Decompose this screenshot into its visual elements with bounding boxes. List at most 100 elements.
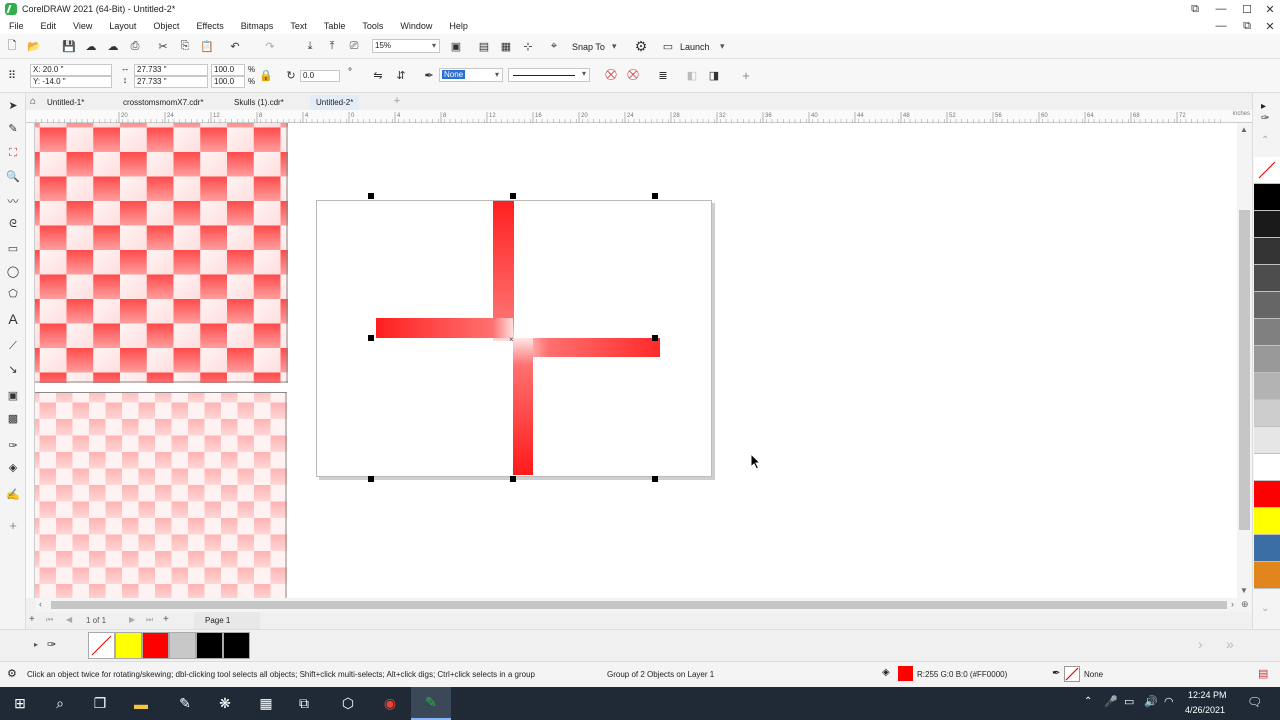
text-tool-icon[interactable]: A [5,311,21,327]
undo-icon[interactable]: ↶ [227,38,243,54]
palette-swatch[interactable] [1254,400,1280,427]
zoom-tool-icon[interactable]: 🔍 [5,168,21,184]
search-icon[interactable]: ⌕ [40,687,80,720]
copy-icon[interactable]: ⎘ [177,38,193,54]
doc-swatch[interactable] [115,632,142,659]
doc-close-icon[interactable]: ✕ [1258,17,1280,35]
show-rulers-icon[interactable]: ▤ [476,38,492,54]
cut-icon[interactable]: ✂ [155,38,171,54]
palette-swatch[interactable] [1254,211,1280,238]
handle-bottom-right[interactable] [652,476,658,482]
paste-icon[interactable]: 📋 [199,38,215,54]
scroll-down-icon[interactable]: ▼ [1240,586,1248,595]
freehand-tool-icon[interactable]: 〰 [5,193,21,209]
menu-file[interactable]: File [0,21,32,31]
task-view-icon[interactable]: ❐ [80,687,120,720]
palette-swatch-none[interactable] [1254,157,1280,184]
vertical-scrollbar[interactable]: ▲ ▼ [1237,123,1252,598]
page-tab-1[interactable]: Page 1 [194,612,260,629]
horizontal-scroll-thumb[interactable] [51,601,1227,609]
scale-x-field[interactable]: 100.0 [211,64,245,76]
menu-tools[interactable]: Tools [353,21,391,31]
doc-swatch[interactable] [169,632,196,659]
eyedropper-icon[interactable]: ✑ [1261,113,1269,124]
tab-skulls[interactable]: Skulls (1).cdr* [228,95,290,110]
eyedropper-tool-icon[interactable]: ✑ [5,437,21,453]
launch-dropdown-icon[interactable]: ▾ [720,41,725,52]
doc-swatch[interactable] [196,632,223,659]
scroll-right-icon[interactable]: › [1231,599,1234,609]
menu-help[interactable]: Help [440,21,476,31]
new-tab-icon[interactable]: + [390,94,404,108]
rectangle-tool-icon[interactable]: ▭ [5,240,21,256]
doc-palette-expand-icon[interactable]: ▸ [34,640,38,649]
handle-middle-right[interactable] [652,335,658,341]
menu-layout[interactable]: Layout [100,21,144,31]
vertical-ruler[interactable] [26,123,35,598]
palette-swatch[interactable] [1254,319,1280,346]
palette-swatch[interactable] [1254,535,1280,562]
notifications-icon[interactable]: 🗨 [1247,695,1262,709]
status-gear-icon[interactable]: ⚙ [7,667,17,680]
app-icon-3[interactable]: ▦ [246,687,286,720]
ungroup-all-icon[interactable]: ⛒ [625,67,641,83]
add-icon[interactable]: + [738,67,754,83]
restore-icon[interactable]: ⧉ [1183,0,1207,18]
tab-crosstomsmom[interactable]: crosstomsmomX7.cdr* [117,95,209,110]
palette-swatch[interactable] [1254,562,1280,589]
horizontal-ruler[interactable]: 20 24 12 8 4 0 4 8 12 16 20 24 28 32 36 40 44 48 52 56 60 64 6… [26,110,1252,123]
close-button[interactable]: ✕ [1258,0,1280,18]
artistic-media-icon[interactable]: ᘓ [5,216,21,232]
add-page-before-icon[interactable]: + [29,614,35,625]
text-wrap-icon[interactable]: ≣ [655,67,671,83]
connector-tool-icon[interactable]: ↘ [5,361,21,377]
redo-icon[interactable]: ↷ [262,38,278,54]
horizontal-scrollbar[interactable]: ‹ › ⊕ [35,598,1252,612]
palette-swatch[interactable] [1254,508,1280,535]
last-page-icon[interactable]: ⏭ [146,615,153,625]
palette-scroll-up-icon[interactable]: ⌃ [1261,135,1269,146]
palette-swatch[interactable] [1254,265,1280,292]
export-icon[interactable]: ⤒ [324,38,340,54]
height-field[interactable]: 27.733 " [134,76,208,88]
save-icon[interactable]: 💾 [61,38,77,54]
transparency-tool-icon[interactable]: ▩ [5,410,21,426]
tab-untitled-2[interactable]: Untitled-2* [310,95,360,110]
microphone-icon[interactable]: 🎤 [1104,695,1118,708]
home-icon[interactable]: ⌂ [26,94,40,108]
handle-bottom-left[interactable] [368,476,374,482]
palette-options-icon[interactable]: ▸ [1261,101,1266,112]
palette-swatch[interactable] [1254,238,1280,265]
menu-edit[interactable]: Edit [32,21,65,31]
show-grid-icon[interactable]: ▦ [498,38,514,54]
snap-to-label[interactable]: Snap To [572,42,605,52]
maximize-button[interactable]: ☐ [1235,0,1259,18]
zoom-level-select[interactable]: 15% ▾ [372,39,440,53]
first-page-icon[interactable]: ⏮ [46,615,53,625]
add-tool-icon[interactable]: + [5,517,21,533]
cross-left-arm[interactable] [376,318,513,338]
battery-icon[interactable]: ▭ [1124,695,1134,708]
vertical-scroll-thumb[interactable] [1239,210,1250,530]
scroll-up-icon[interactable]: ▲ [1240,125,1248,134]
options-gear-icon[interactable]: ⚙ [633,38,649,54]
cross-group[interactable]: × [370,198,660,478]
outline-pen-icon[interactable]: ✒ [421,67,437,83]
mirror-horizontal-icon[interactable]: ⇋ [370,67,386,83]
app-icon-4[interactable]: ⧉ [284,687,324,720]
zoom-navigator-icon[interactable]: ⊕ [1241,599,1249,610]
launch-icon[interactable]: ▭ [660,38,676,54]
line-style-select[interactable]: ▾ [508,68,590,82]
palette-swatch[interactable] [1254,454,1280,481]
menu-view[interactable]: View [64,21,100,31]
palette-swatch[interactable] [1254,373,1280,400]
minimize-button[interactable]: — [1209,0,1233,18]
snap-to-dropdown-icon[interactable]: ▾ [612,41,617,52]
menu-effects[interactable]: Effects [187,21,231,31]
menu-text[interactable]: Text [281,21,315,31]
lock-ratio-icon[interactable]: 🔒 [258,67,274,83]
y-position-field[interactable]: Y: -14.0 " [30,76,112,88]
to-back-icon[interactable]: ◨ [706,67,722,83]
doc-swatch[interactable] [223,632,250,659]
wifi-icon[interactable]: ◠ [1164,695,1174,708]
